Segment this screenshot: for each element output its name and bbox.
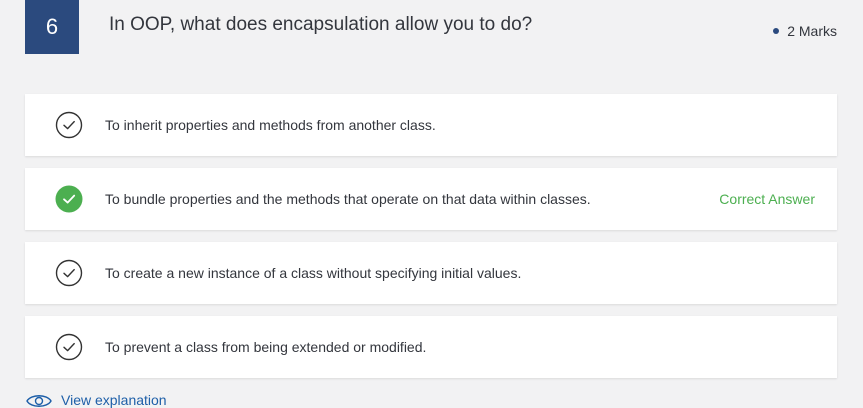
view-explanation-label[interactable]: View explanation bbox=[61, 392, 167, 408]
marks-label: 2 Marks bbox=[787, 23, 837, 39]
option-text: To create a new instance of a class with… bbox=[105, 265, 522, 281]
check-circle-icon bbox=[55, 333, 83, 361]
marks-dot-icon bbox=[773, 28, 780, 34]
eye-icon bbox=[26, 395, 52, 407]
check-circle-icon bbox=[55, 111, 83, 139]
view-explanation-link[interactable]: View explanation bbox=[26, 392, 167, 408]
check-circle-icon bbox=[55, 259, 83, 287]
option-text: To prevent a class from being extended o… bbox=[105, 339, 427, 355]
option-text: To inherit properties and methods from a… bbox=[105, 117, 436, 133]
answer-option-1[interactable]: To inherit properties and methods from a… bbox=[25, 94, 837, 156]
correct-answer-label: Correct Answer bbox=[719, 191, 815, 207]
answer-option-3[interactable]: To create a new instance of a class with… bbox=[25, 242, 837, 304]
answer-option-2[interactable]: To bundle properties and the methods tha… bbox=[25, 168, 837, 230]
question-text: In OOP, what does encapsulation allow yo… bbox=[109, 14, 533, 35]
question-number: 6 bbox=[25, 0, 79, 54]
marks-indicator: 2 Marks bbox=[773, 23, 837, 39]
answer-option-4[interactable]: To prevent a class from being extended o… bbox=[25, 316, 837, 378]
option-text: To bundle properties and the methods tha… bbox=[105, 191, 591, 207]
check-circle-filled-icon bbox=[55, 185, 83, 213]
